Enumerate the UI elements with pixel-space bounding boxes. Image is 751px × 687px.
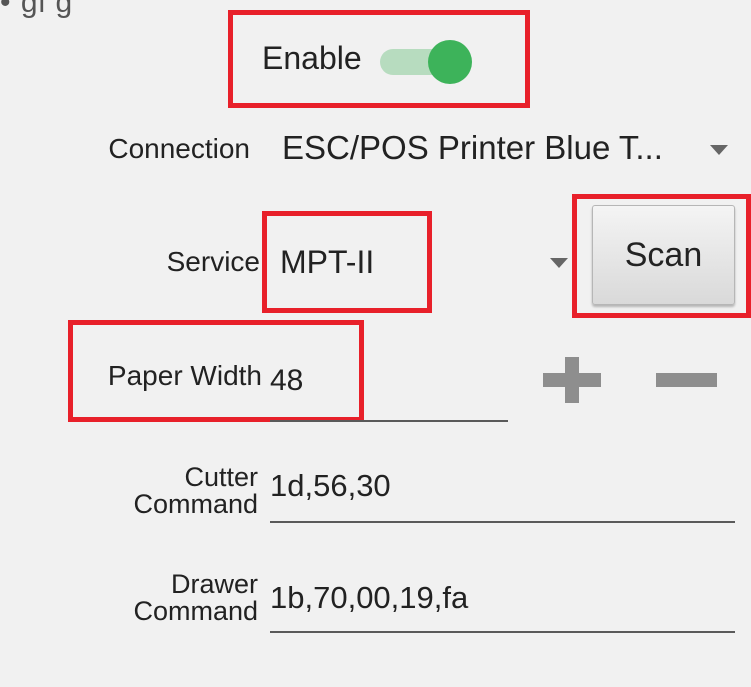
paper-width-underline [270,420,508,422]
service-label: Service [166,246,260,277]
plus-icon-vertical [565,357,579,403]
cutter-label-line2: Command [133,489,258,519]
cutter-command-label: Cutter Command [60,464,258,518]
highlight-service [262,211,432,313]
paper-width-field[interactable]: 48 [270,350,508,424]
cutter-command-value: 1d,56,30 [270,468,391,503]
paper-width-value: 48 [270,364,304,397]
connection-value: ESC/POS Printer Blue T... [282,129,663,166]
enable-switch[interactable] [380,40,480,84]
switch-thumb [428,40,472,84]
drawer-command-value: 1b,70,00,19,fa [270,580,469,615]
cutter-label-line1: Cutter [184,462,258,492]
drawer-label-line1: Drawer [170,569,258,599]
paper-width-label: Paper Width [107,360,262,391]
cutter-command-underline [270,521,735,523]
cropped-top-label: • gi g [0,0,74,19]
drawer-command-label: Drawer Command [60,571,258,625]
enable-label: Enable [262,40,362,76]
plus-icon[interactable] [543,357,601,403]
cutter-command-field[interactable]: 1d,56,30 [270,458,735,526]
chevron-down-icon [550,258,568,268]
connection-spinner[interactable]: ESC/POS Printer Blue T... [270,125,730,175]
drawer-command-field[interactable]: 1b,70,00,19,fa [270,566,735,636]
minus-icon[interactable] [656,357,717,403]
drawer-label-line2: Command [133,596,258,626]
connection-label: Connection [108,133,250,164]
minus-icon-bar [656,373,717,387]
chevron-down-icon [710,145,728,155]
highlight-scan [572,194,751,318]
drawer-command-underline [270,631,735,633]
